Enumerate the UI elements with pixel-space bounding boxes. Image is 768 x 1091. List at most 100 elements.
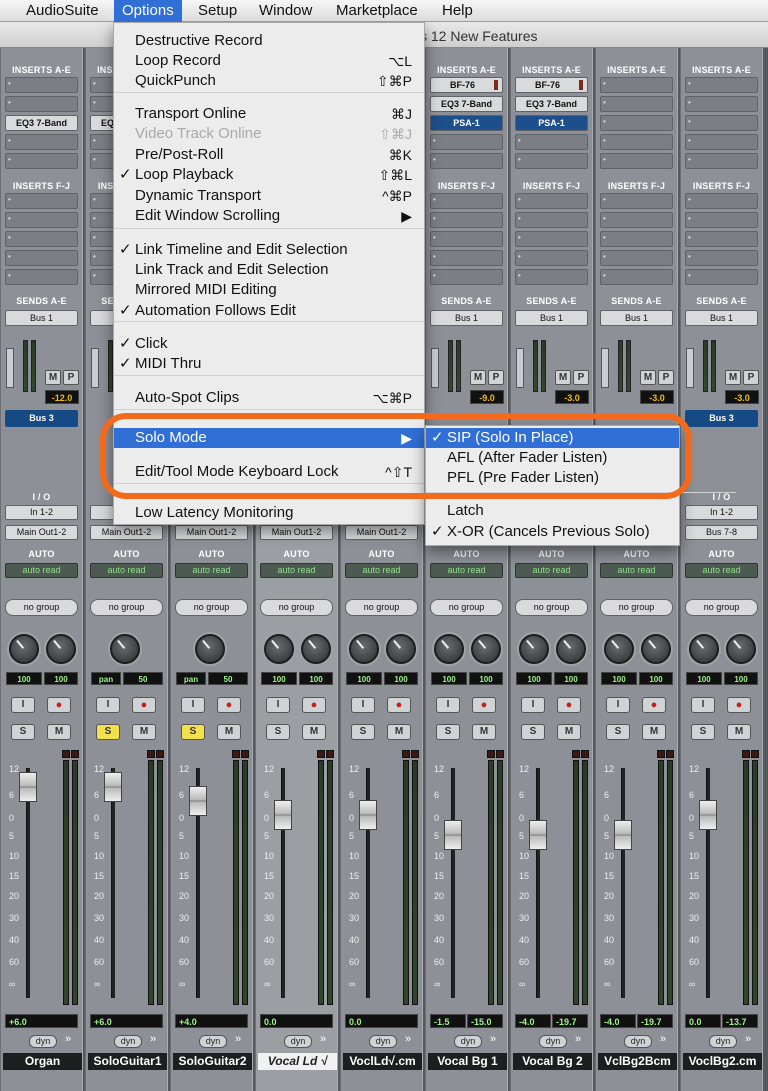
input-monitor-button[interactable]: I xyxy=(351,697,375,713)
insert-slot[interactable]: EQ3 7-Band xyxy=(515,96,588,112)
insert-slot[interactable]: EQ3 7-Band xyxy=(5,115,78,131)
send-mute-button[interactable]: M xyxy=(725,370,741,385)
input-monitor-button[interactable]: I xyxy=(266,697,290,713)
pan-left-knob[interactable] xyxy=(9,634,39,664)
record-arm-button[interactable]: ● xyxy=(387,697,411,713)
solo-mode-afl-after-fader-listen[interactable]: AFL (After Fader Listen) xyxy=(426,448,679,468)
expand-arrow-icon[interactable]: » xyxy=(65,1033,71,1045)
send-a-button[interactable]: Bus 1 xyxy=(430,310,503,326)
menu-item-low-latency-monitoring[interactable]: Low Latency Monitoring xyxy=(114,503,424,523)
send-a-button[interactable]: Bus 1 xyxy=(5,310,78,326)
insert-slot-empty[interactable]: • xyxy=(600,193,673,209)
insert-slot-empty[interactable]: • xyxy=(515,193,588,209)
mute-button[interactable]: M xyxy=(387,724,411,740)
insert-slot-empty[interactable]: • xyxy=(5,212,78,228)
input-monitor-button[interactable]: I xyxy=(181,697,205,713)
pan-knob[interactable] xyxy=(195,634,225,664)
record-arm-button[interactable]: ● xyxy=(132,697,156,713)
insert-slot-empty[interactable]: • xyxy=(600,153,673,169)
send-a-button[interactable]: Bus 1 xyxy=(600,310,673,326)
solo-button[interactable]: S xyxy=(521,724,545,740)
insert-slot[interactable]: PSA-1 xyxy=(515,115,588,131)
output-selector[interactable]: Main Out1-2 xyxy=(345,525,418,540)
automation-mode-selector[interactable]: auto read xyxy=(430,563,503,578)
mute-button[interactable]: M xyxy=(47,724,71,740)
group-selector[interactable]: no group xyxy=(175,599,248,616)
send-fader[interactable] xyxy=(601,348,609,388)
insert-slot-empty[interactable]: • xyxy=(430,250,503,266)
send-fader[interactable] xyxy=(686,348,694,388)
dyn-button[interactable]: dyn xyxy=(709,1035,737,1048)
solo-button[interactable]: S xyxy=(11,724,35,740)
dyn-button[interactable]: dyn xyxy=(284,1035,312,1048)
insert-slot-empty[interactable]: • xyxy=(685,269,758,285)
record-arm-button[interactable]: ● xyxy=(302,697,326,713)
send-mute-button[interactable]: M xyxy=(470,370,486,385)
menu-item-loop-playback[interactable]: ✓ Loop Playback ⇧⌘L xyxy=(114,165,424,185)
send-fader[interactable] xyxy=(516,348,524,388)
menu-window[interactable]: Window xyxy=(251,0,320,22)
pan-left-knob[interactable] xyxy=(519,634,549,664)
send-bus-button[interactable]: Bus 3 xyxy=(5,410,78,427)
insert-slot[interactable]: PSA-1 xyxy=(430,115,503,131)
mute-button[interactable]: M xyxy=(302,724,326,740)
insert-slot-empty[interactable]: • xyxy=(685,212,758,228)
menu-item-mirrored-midi-editing[interactable]: Mirrored MIDI Editing xyxy=(114,280,424,300)
menu-marketplace[interactable]: Marketplace xyxy=(328,0,426,22)
group-selector[interactable]: no group xyxy=(685,599,758,616)
volume-fader[interactable] xyxy=(359,800,377,830)
send-a-button[interactable]: Bus 1 xyxy=(515,310,588,326)
insert-slot-empty[interactable]: • xyxy=(515,134,588,150)
group-selector[interactable]: no group xyxy=(430,599,503,616)
pan-right-knob[interactable] xyxy=(641,634,671,664)
menu-item-quickpunch[interactable]: QuickPunch ⇧⌘P xyxy=(114,71,424,91)
insert-slot-empty[interactable]: • xyxy=(600,250,673,266)
mute-button[interactable]: M xyxy=(472,724,496,740)
pan-left-knob[interactable] xyxy=(349,634,379,664)
track-name[interactable]: SoloGuitar2 xyxy=(173,1053,252,1070)
group-selector[interactable]: no group xyxy=(260,599,333,616)
insert-slot-empty[interactable]: • xyxy=(600,134,673,150)
pan-right-knob[interactable] xyxy=(386,634,416,664)
solo-button[interactable]: S xyxy=(351,724,375,740)
track-name[interactable]: Vocal Bg 2 xyxy=(513,1053,592,1070)
insert-slot-empty[interactable]: • xyxy=(430,153,503,169)
record-arm-button[interactable]: ● xyxy=(217,697,241,713)
insert-slot-empty[interactable]: • xyxy=(5,77,78,93)
insert-slot-empty[interactable]: • xyxy=(5,231,78,247)
mute-button[interactable]: M xyxy=(642,724,666,740)
menu-audiosuite[interactable]: AudioSuite xyxy=(18,0,107,22)
solo-mode-x-or-cancels-previous-solo[interactable]: ✓ X-OR (Cancels Previous Solo) xyxy=(426,522,679,542)
send-pre-button[interactable]: P xyxy=(63,370,79,385)
output-selector[interactable]: Main Out1-2 xyxy=(260,525,333,540)
volume-fader[interactable] xyxy=(189,786,207,816)
pan-right-knob[interactable] xyxy=(46,634,76,664)
menu-item-loop-record[interactable]: Loop Record ⌥L xyxy=(114,51,424,71)
track-name[interactable]: Vocal Bg 1 xyxy=(428,1053,507,1070)
menu-item-solo-mode[interactable]: Solo Mode ▶ xyxy=(114,428,424,448)
menu-help[interactable]: Help xyxy=(434,0,481,22)
insert-slot-empty[interactable]: • xyxy=(685,115,758,131)
automation-mode-selector[interactable]: auto read xyxy=(260,563,333,578)
insert-slot-empty[interactable]: • xyxy=(515,212,588,228)
insert-slot-empty[interactable]: • xyxy=(600,96,673,112)
output-selector[interactable]: Main Out1-2 xyxy=(5,525,78,540)
insert-slot-empty[interactable]: • xyxy=(685,193,758,209)
dyn-button[interactable]: dyn xyxy=(454,1035,482,1048)
automation-mode-selector[interactable]: auto read xyxy=(515,563,588,578)
group-selector[interactable]: no group xyxy=(515,599,588,616)
solo-button[interactable]: S xyxy=(436,724,460,740)
insert-slot[interactable]: BF-76 xyxy=(515,77,588,93)
solo-mode-latch[interactable]: Latch xyxy=(426,501,679,521)
output-selector[interactable]: Main Out1-2 xyxy=(90,525,163,540)
expand-arrow-icon[interactable]: » xyxy=(235,1033,241,1045)
send-pre-button[interactable]: P xyxy=(658,370,674,385)
track-name[interactable]: VoclBg2.cm xyxy=(683,1053,762,1070)
insert-slot-empty[interactable]: • xyxy=(5,193,78,209)
expand-arrow-icon[interactable]: » xyxy=(660,1033,666,1045)
insert-slot-empty[interactable]: • xyxy=(430,269,503,285)
dyn-button[interactable]: dyn xyxy=(624,1035,652,1048)
menu-item-auto-spot-clips[interactable]: Auto-Spot Clips ⌥⌘P xyxy=(114,388,424,408)
menu-setup[interactable]: Setup xyxy=(190,0,245,22)
menu-item-dynamic-transport[interactable]: Dynamic Transport ^⌘P xyxy=(114,186,424,206)
